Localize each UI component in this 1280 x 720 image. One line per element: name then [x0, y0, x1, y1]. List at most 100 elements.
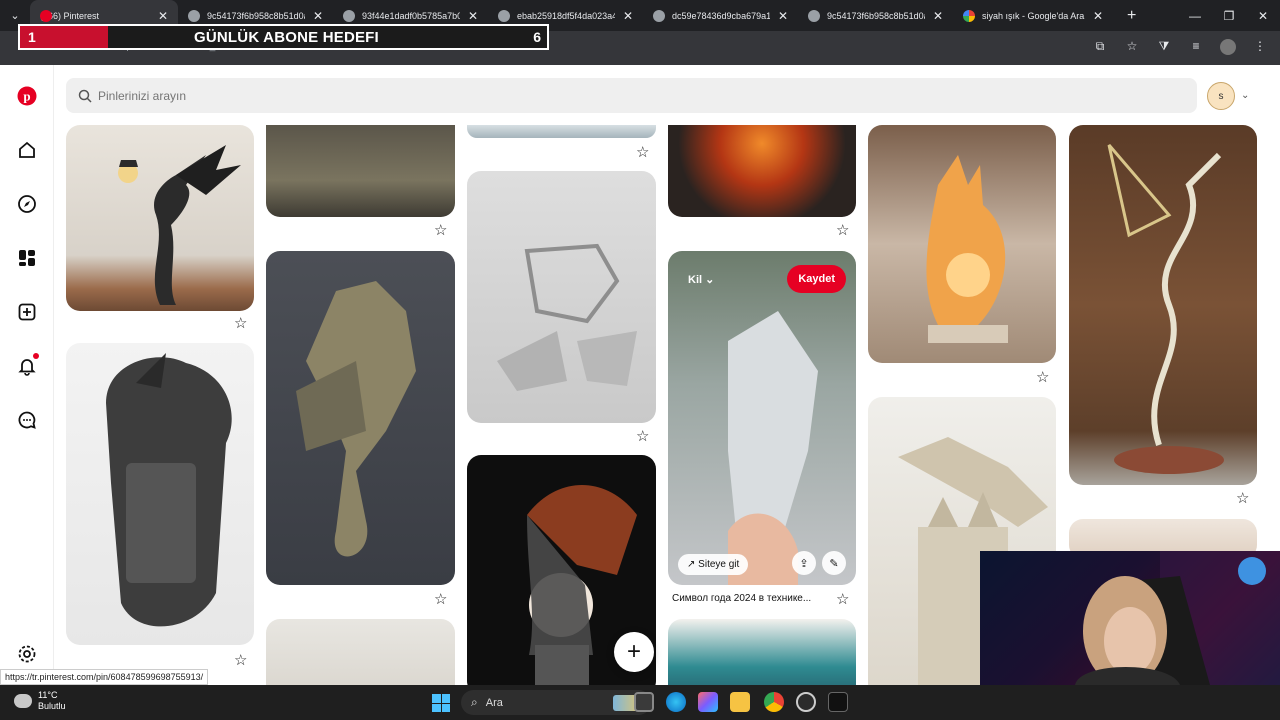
tab-title: ebab25918df5f4da023a4 [517, 10, 615, 21]
save-button[interactable]: Kaydet [787, 265, 846, 293]
close-tab-icon[interactable]: ✕ [468, 9, 478, 23]
pin-fox-lamp[interactable] [868, 125, 1056, 363]
visit-site-button[interactable]: ↗ Siteye git [678, 554, 749, 575]
close-tab-icon[interactable]: ✕ [158, 9, 168, 23]
pin-title[interactable]: Символ года 2024 в технике... [672, 593, 811, 604]
pin-dragon-castle-wall-shelf[interactable] [66, 343, 254, 645]
pinterest-icon [40, 9, 52, 22]
status-bar-url: https://tr.pinterest.com/pin/60847859969… [0, 669, 209, 685]
chrome-icon[interactable] [764, 692, 784, 712]
edge-browser-icon[interactable] [666, 692, 686, 712]
star-icon[interactable]: ☆ [434, 592, 447, 607]
subscriber-goal-overlay: 1 GÜNLÜK ABONE HEDEFI 6 [18, 24, 549, 50]
star-icon[interactable]: ☆ [636, 145, 649, 160]
cloud-icon [14, 694, 32, 708]
windows-start-icon[interactable] [432, 694, 450, 712]
tab-title: (166) Pinterest [40, 10, 100, 21]
boards-icon[interactable] [16, 247, 38, 269]
globe-icon [653, 9, 665, 22]
tab-google-search[interactable]: siyah ışık - Google'da Ara ✕ [953, 0, 1113, 31]
taskbar-search-label: Ara [485, 696, 503, 709]
tab-title: dc59e78436d9cba679a15 [672, 10, 770, 21]
edit-pencil-icon[interactable]: ✎ [822, 551, 846, 575]
star-icon[interactable]: ☆ [836, 592, 849, 607]
kebab-menu-icon[interactable]: ⋮ [1250, 39, 1270, 58]
weather-widget[interactable]: 11°C Bulutlu [14, 690, 66, 712]
extensions-icon[interactable]: ⧩ [1154, 39, 1174, 58]
star-icon[interactable]: ☆ [434, 223, 447, 238]
star-icon[interactable]: ☆ [234, 316, 247, 331]
restore-icon[interactable]: ❐ [1212, 0, 1246, 31]
visit-site-label: Siteye git [698, 559, 740, 570]
pin-snowy-top[interactable] [467, 125, 656, 138]
close-tab-icon[interactable]: ✕ [623, 9, 633, 23]
terminal-icon[interactable] [828, 692, 848, 712]
new-tab-icon[interactable]: + [1127, 7, 1136, 25]
google-icon [963, 9, 975, 22]
file-explorer-icon[interactable] [730, 692, 750, 712]
window-controls: — ❐ ✕ [1178, 0, 1280, 31]
goal-current: 1 [28, 29, 36, 45]
taskbar-search[interactable]: ⌕ Ara [461, 690, 651, 715]
close-tab-icon[interactable]: ✕ [933, 9, 943, 23]
media-icon[interactable]: ≡ [1186, 39, 1206, 58]
webcam-overlay [980, 551, 1280, 685]
pin-foil-dragon-armature[interactable] [467, 171, 656, 423]
goal-target: 6 [533, 29, 541, 45]
windows-taskbar: 11°C Bulutlu ⌕ Ara [0, 685, 1280, 720]
chevron-down-icon[interactable]: ⌄ [1241, 90, 1249, 101]
globe-icon [808, 9, 820, 22]
notifications-bell-icon[interactable] [16, 353, 39, 377]
settings-gear-icon[interactable] [16, 643, 38, 665]
pin-dragon-lamp[interactable] [66, 125, 254, 311]
globe-icon [343, 9, 355, 22]
tab-title: 9c54173f6b958c8b51d0a [827, 10, 925, 21]
board-selector[interactable]: Kil ⌄ [688, 273, 714, 286]
board-name: Kil [688, 274, 703, 286]
star-icon[interactable]: ☆ [836, 223, 849, 238]
home-icon[interactable] [16, 139, 38, 161]
copilot-icon[interactable] [698, 692, 718, 712]
create-pin-plus-icon[interactable]: + [614, 632, 654, 672]
star-icon[interactable]: ☆ [234, 653, 247, 668]
obs-icon[interactable] [796, 692, 816, 712]
globe-icon [188, 9, 200, 22]
pin-foil-dragon-in-progress[interactable]: Kil ⌄ Kaydet ↗ Siteye git ⇪ ✎ [668, 251, 856, 585]
explore-compass-icon[interactable] [16, 193, 38, 215]
pin-gargoyle-stone[interactable] [266, 125, 455, 217]
close-tab-icon[interactable]: ✕ [313, 9, 323, 23]
minimize-icon[interactable]: — [1178, 0, 1212, 31]
pinterest-logo-icon[interactable]: p [16, 85, 38, 107]
weather-condition: Bulutlu [38, 701, 66, 711]
share-icon[interactable]: ⇪ [792, 551, 816, 575]
profile-avatar-icon[interactable] [1218, 39, 1238, 58]
star-icon[interactable]: ☆ [1236, 491, 1249, 506]
install-app-icon[interactable]: ⧉ [1090, 39, 1110, 58]
pin-wire-dragon[interactable] [1069, 125, 1257, 485]
tab-5[interactable]: dc59e78436d9cba679a15 ✕ [643, 0, 798, 31]
tab-title: 9c54173f6b958c8b51d0a [207, 10, 305, 21]
task-view-icon[interactable] [634, 692, 654, 712]
search-input[interactable] [98, 88, 698, 103]
tab-title: siyah ışık - Google'da Ara [982, 10, 1085, 21]
goal-label: GÜNLÜK ABONE HEDEFI [194, 28, 379, 46]
star-icon[interactable]: ☆ [636, 429, 649, 444]
close-window-icon[interactable]: ✕ [1246, 0, 1280, 31]
profile-avatar[interactable]: s [1207, 82, 1235, 110]
close-tab-icon[interactable]: ✕ [1093, 9, 1103, 23]
bookmark-star-icon[interactable]: ☆ [1122, 39, 1142, 58]
close-tab-icon[interactable]: ✕ [778, 9, 788, 23]
pin-search-bar [66, 78, 1197, 113]
notification-dot [33, 353, 39, 359]
star-icon[interactable]: ☆ [1036, 370, 1049, 385]
pin-clay-sculpture[interactable] [266, 619, 455, 685]
tab-6[interactable]: 9c54173f6b958c8b51d0a ✕ [798, 0, 953, 31]
search-icon [78, 89, 92, 103]
globe-icon [498, 9, 510, 22]
pin-dragon-wall-relief[interactable] [266, 251, 455, 585]
temperature: 11°C [38, 690, 58, 700]
create-icon[interactable] [16, 301, 38, 323]
messages-icon[interactable] [16, 409, 38, 431]
pin-lava-dragon-egg[interactable] [668, 125, 856, 217]
pin-teal-dragon[interactable] [668, 619, 856, 685]
